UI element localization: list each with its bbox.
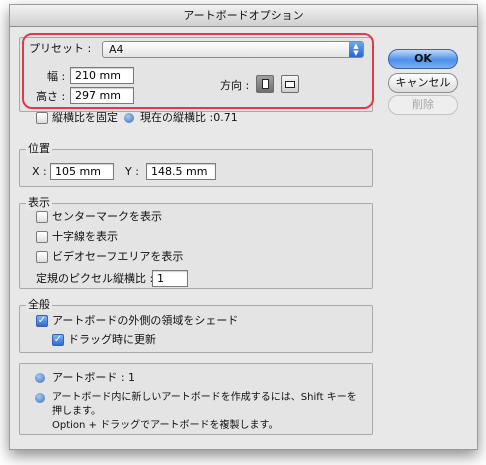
cross-hairs-label: 十字線を表示 — [52, 230, 118, 243]
center-mark-label: センターマークを表示 — [52, 210, 162, 223]
constrain-proportions-label: 縦横比を固定 — [52, 111, 118, 124]
cancel-button[interactable]: キャンセル — [388, 73, 458, 93]
update-drag-checkbox[interactable]: ✓ — [52, 334, 64, 346]
pixel-ratio-label: 定規のピクセル縦横比 : — [36, 272, 154, 285]
center-mark-checkbox[interactable] — [36, 211, 48, 223]
update-drag-label: ドラッグ時に更新 — [68, 333, 156, 346]
info-icon — [124, 113, 134, 123]
tip-line-1: アートボード内に新しいアートボードを作成するには、Shift キーを — [52, 392, 357, 403]
global-title: 全般 — [26, 298, 52, 312]
y-label: Y : — [125, 165, 139, 178]
ok-button[interactable]: OK — [388, 49, 458, 69]
tip-line-2: 押します。 — [52, 406, 101, 417]
fade-outside-label: アートボードの外側の領域をシェード — [52, 314, 239, 327]
x-label: X : — [32, 165, 47, 178]
current-ratio-label: 現在の縦横比 :0.71 — [140, 111, 238, 124]
artboard-count: アートボード : 1 — [52, 371, 136, 384]
artboards-info-icon — [35, 373, 45, 383]
tip-line-3: Option + ドラッグでアートボードを複製します。 — [52, 420, 279, 431]
dialog-title: アートボードオプション — [10, 5, 477, 27]
pixel-ratio-field[interactable] — [152, 270, 188, 287]
fade-outside-checkbox[interactable]: ✓ — [36, 315, 48, 327]
display-title: 表示 — [26, 196, 52, 210]
cross-hairs-checkbox[interactable] — [36, 231, 48, 243]
tip-info-icon — [35, 393, 45, 403]
video-safe-checkbox[interactable] — [36, 251, 48, 263]
constrain-proportions-checkbox[interactable] — [36, 112, 48, 124]
preset-highlight-annotation — [22, 33, 374, 109]
y-field[interactable] — [146, 163, 216, 180]
position-title: 位置 — [26, 142, 52, 156]
x-field[interactable] — [50, 163, 114, 180]
artboard-options-dialog: アートボードオプション プリセット : A4 ▲▼ 幅 : 高さ : 方向 : … — [9, 4, 478, 450]
video-safe-label: ビデオセーフエリアを表示 — [52, 250, 184, 263]
delete-button[interactable]: 削除 — [388, 95, 458, 115]
